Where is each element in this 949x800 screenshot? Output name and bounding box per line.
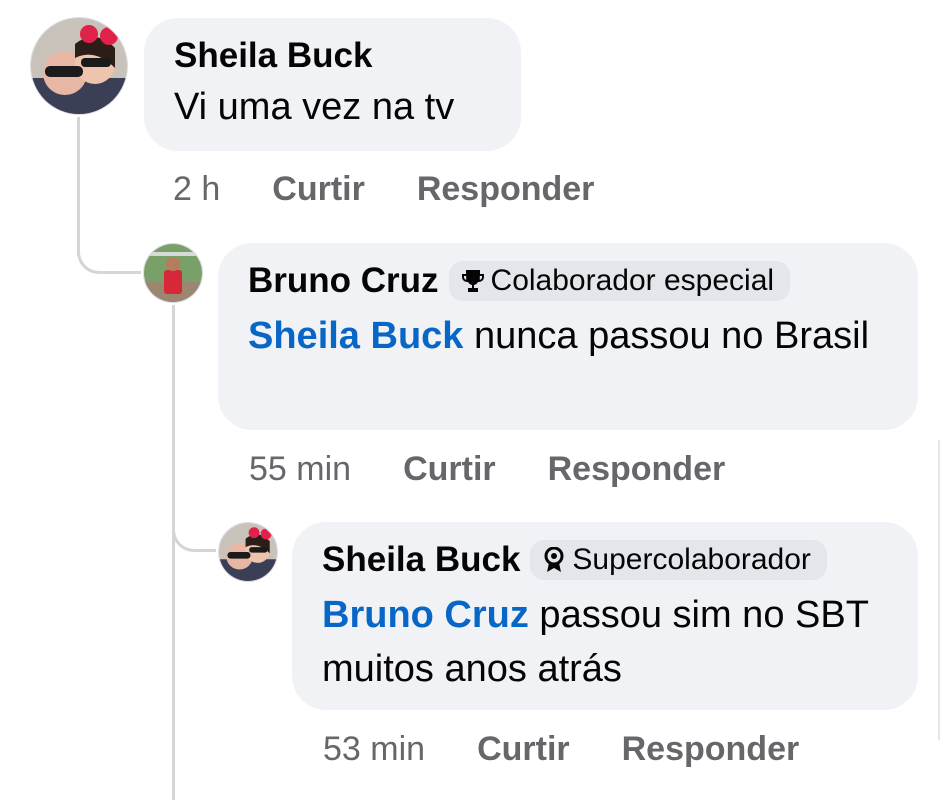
comment-actions: 2 h Curtir Responder: [173, 170, 646, 209]
comment-text: Sheila Buck nunca passou no Brasil: [248, 315, 870, 357]
mention-link[interactable]: Bruno Cruz: [322, 594, 529, 636]
avatar[interactable]: [143, 243, 203, 303]
comment-author[interactable]: Bruno Cruz: [248, 261, 439, 301]
comment-bubble: Sheila Buck Supercolaborador Bruno Cruz …: [292, 522, 918, 710]
comment-time[interactable]: 2 h: [173, 170, 220, 209]
contributor-badge[interactable]: Colaborador especial: [448, 261, 791, 301]
mention-link[interactable]: Sheila Buck: [248, 315, 463, 357]
thread-line: [172, 305, 175, 800]
comment-bubble: Sheila Buck Vi uma vez na tv: [144, 18, 521, 151]
avatar[interactable]: [30, 17, 128, 115]
comment-author[interactable]: Sheila Buck: [174, 36, 491, 76]
reply-button[interactable]: Responder: [622, 730, 800, 769]
comment-actions: 53 min Curtir Responder: [323, 730, 851, 769]
thread-connector: [77, 230, 141, 274]
badge-label: Colaborador especial: [490, 264, 775, 297]
reply-button[interactable]: Responder: [417, 170, 595, 209]
like-button[interactable]: Curtir: [477, 730, 570, 769]
comment-time[interactable]: 53 min: [323, 730, 425, 769]
thread-connector: [172, 520, 216, 552]
trophy-icon: [461, 270, 484, 292]
like-button[interactable]: Curtir: [403, 450, 496, 489]
badge-label: Supercolaborador: [572, 543, 811, 576]
thread-line: [77, 117, 80, 237]
comment-time[interactable]: 55 min: [249, 450, 351, 489]
comment-bubble: Bruno Cruz Colaborador especial Sheila B…: [218, 243, 918, 430]
medal-icon: [544, 547, 564, 572]
comment-text: Bruno Cruz passou sim no SBT muitos anos…: [322, 594, 869, 690]
comment-text: Vi uma vez na tv: [174, 86, 455, 128]
avatar[interactable]: [218, 522, 278, 582]
reply-button[interactable]: Responder: [548, 450, 726, 489]
scrollbar-edge: [938, 440, 940, 740]
comment-actions: 55 min Curtir Responder: [249, 450, 777, 489]
comment-author[interactable]: Sheila Buck: [322, 540, 520, 580]
contributor-badge[interactable]: Supercolaborador: [530, 540, 827, 580]
like-button[interactable]: Curtir: [272, 170, 365, 209]
